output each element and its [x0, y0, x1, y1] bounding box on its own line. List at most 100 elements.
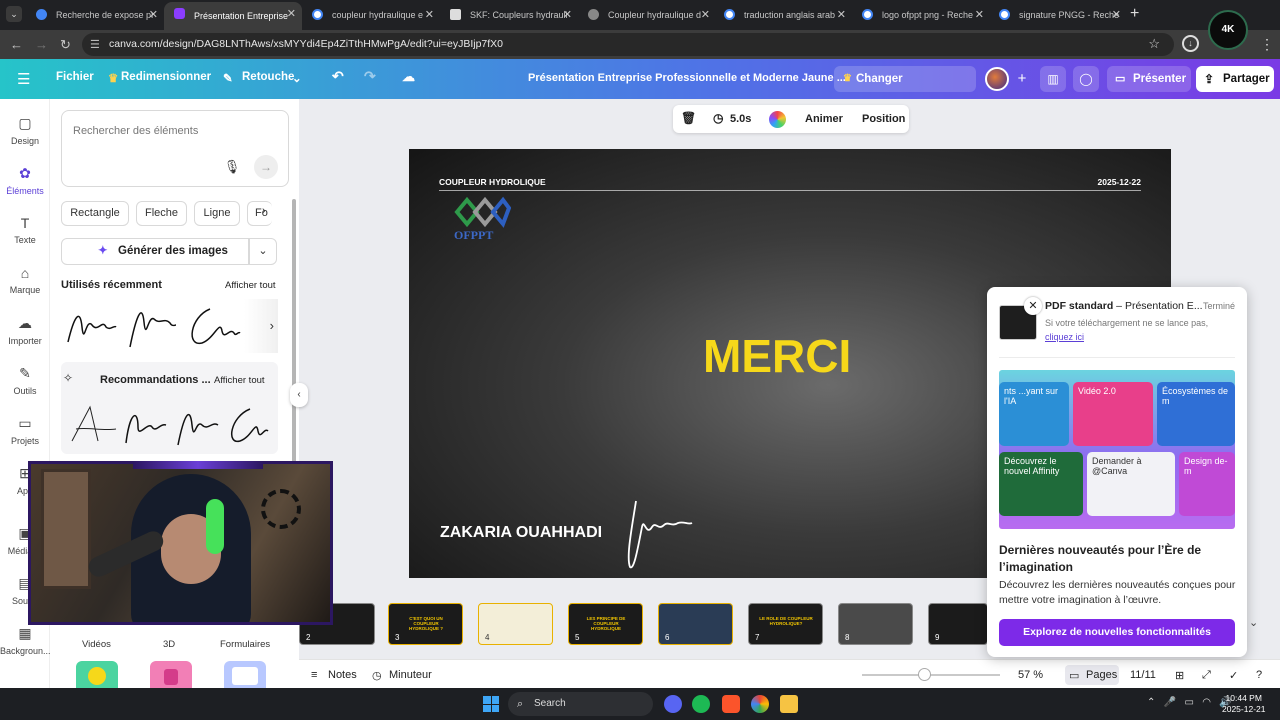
help-icon[interactable]: ? — [1256, 669, 1262, 681]
chevron-down-icon[interactable]: ⌄ — [1249, 616, 1258, 629]
site-settings-icon[interactable]: ☰ — [90, 38, 100, 51]
taskbar-clock[interactable]: 10:44 PM 2025-12-21 — [1222, 693, 1265, 715]
chevron-right-icon[interactable]: › — [244, 299, 278, 353]
close-icon[interactable]: ✕ — [975, 8, 984, 21]
duration-button[interactable]: 5.0s — [730, 113, 751, 125]
share-button[interactable]: ⇪ Partager — [1196, 66, 1274, 92]
spotify-icon[interactable] — [692, 695, 710, 713]
bookmark-star-icon[interactable]: ☆ — [1148, 36, 1160, 52]
url-field[interactable]: ☰ canva.com/design/DAG8LNThAws/xsMYYdi4E… — [82, 33, 1174, 56]
back-arrow-icon[interactable]: ← — [10, 37, 23, 52]
tab-videos[interactable]: Vidéos — [82, 639, 111, 650]
slide-thumbnail[interactable]: 9 — [928, 603, 988, 645]
retry-download-link[interactable]: cliquez ici — [1045, 332, 1084, 342]
close-icon[interactable]: ✕ — [701, 8, 710, 21]
new-tab-icon[interactable]: + — [1130, 5, 1139, 23]
forms-tile[interactable] — [224, 661, 266, 688]
animate-button[interactable]: Animer — [805, 113, 843, 125]
reload-icon[interactable]: ↻ — [60, 37, 71, 53]
rail-item-background[interactable]: ▦ Backgroun... — [0, 625, 51, 656]
brave-icon[interactable] — [722, 695, 740, 713]
signature-image[interactable] — [622, 497, 694, 571]
menu-icon[interactable]: ☰ — [17, 70, 30, 88]
slide-thumbnail[interactable]: C'EST QUOI UN COUPLEUR HYDROLIQUE ? 3 — [388, 603, 463, 645]
check-icon[interactable]: ✓ — [1229, 669, 1238, 682]
chip-rectangle[interactable]: Rectangle — [61, 201, 129, 226]
analytics-icon[interactable]: ▥ — [1040, 66, 1066, 92]
clock-icon[interactable]: ◷ — [713, 111, 723, 125]
video-tile[interactable] — [76, 661, 118, 688]
slide-author[interactable]: ZAKARIA OUAHHADI — [440, 524, 602, 542]
zoom-slider-handle[interactable] — [918, 668, 931, 681]
zoom-value[interactable]: 57 % — [1018, 669, 1043, 681]
browser-tab[interactable]: Coupleur hydraulique d ✕ — [578, 3, 716, 27]
chevron-down-icon[interactable]: ⌄ — [292, 71, 302, 85]
position-button[interactable]: Position — [862, 113, 905, 125]
slide-thumbnail[interactable]: 8 — [838, 603, 913, 645]
signature-thumbnail[interactable] — [170, 401, 220, 449]
rail-item-tools[interactable]: ✎ Outils — [0, 365, 50, 396]
browser-tab[interactable]: signature PNGG - Reche ✕ — [989, 3, 1127, 27]
profile-badge[interactable]: 4K — [1208, 10, 1248, 50]
redo-icon[interactable]: ↷ — [364, 68, 376, 85]
discord-icon[interactable] — [664, 695, 682, 713]
zoom-slider[interactable] — [862, 674, 1000, 676]
rail-item-text[interactable]: T Texte — [0, 215, 50, 245]
fullscreen-icon[interactable]: ⤢ — [1202, 669, 1211, 682]
close-icon[interactable]: ✕ — [563, 8, 572, 21]
signature-thumbnail[interactable] — [180, 297, 242, 355]
browser-menu-icon[interactable]: ⋮ — [1260, 36, 1274, 53]
cloud-saved-icon[interactable]: ☁ — [402, 69, 415, 85]
slide-thumbnail[interactable]: 6 — [658, 603, 733, 645]
rail-item-elements[interactable]: ✿ Éléments — [0, 165, 50, 196]
upgrade-button[interactable]: ♛ Changer d’abonnement — [834, 66, 976, 111]
close-icon[interactable]: ✕ — [287, 7, 296, 20]
notes-icon[interactable]: ≡ — [311, 669, 317, 681]
generate-images-button[interactable]: ✦ Générer des images — [61, 238, 249, 265]
scrollbar-thumb[interactable] — [292, 199, 296, 469]
document-title[interactable]: Présentation Entreprise Professionnelle … — [528, 72, 846, 84]
search-input[interactable]: Rechercher des éléments 🎙 → — [61, 110, 289, 187]
timer-button[interactable]: Minuteur — [389, 669, 432, 681]
browser-tab[interactable]: traduction anglais arab ✕ — [714, 3, 852, 27]
signature-thumbnail[interactable] — [120, 297, 178, 355]
slide-header-text[interactable]: COUPLEUR HYDROLIQUE — [439, 177, 546, 187]
avatar[interactable] — [985, 67, 1009, 91]
forward-arrow-icon[interactable]: → — [35, 37, 48, 52]
file-explorer-icon[interactable] — [780, 695, 798, 713]
ofppt-logo-icon[interactable] — [445, 194, 511, 230]
promo-image[interactable]: nts ...yant sur l'IA Vidéo 2.0 Écosystèm… — [999, 370, 1235, 529]
grid-view-icon[interactable]: ⊞ — [1175, 669, 1184, 682]
add-collaborator-icon[interactable]: + — [1012, 69, 1032, 89]
browser-tab-active[interactable]: Présentation Entreprise ✕ — [164, 2, 302, 30]
comment-icon[interactable]: ◯ — [1073, 66, 1099, 92]
signature-thumbnail[interactable] — [68, 401, 118, 449]
close-icon[interactable]: ✕ — [425, 8, 434, 21]
arrow-right-icon[interactable]: → — [254, 155, 278, 179]
microphone-icon[interactable]: 🎙 — [220, 155, 244, 179]
browser-tab[interactable]: SKF: Coupleurs hydrauli ✕ — [440, 3, 578, 27]
collapse-panel-button[interactable]: ‹ — [290, 383, 308, 407]
chevron-right-icon[interactable]: › — [262, 205, 266, 217]
color-wheel-icon[interactable] — [769, 111, 786, 128]
download-icon[interactable]: ↓ — [1182, 35, 1199, 52]
signature-thumbnail[interactable] — [60, 297, 118, 355]
tab-search-icon[interactable]: ⌄ — [6, 6, 22, 22]
rail-item-upload[interactable]: ☁ Importer — [0, 315, 50, 346]
notes-button[interactable]: Notes — [328, 669, 357, 681]
rail-item-brand[interactable]: ⌂ Marque — [0, 265, 50, 295]
rail-item-projects[interactable]: ▭ Projets — [0, 415, 50, 446]
resize-button[interactable]: Redimensionner — [121, 71, 211, 83]
windows-start-icon[interactable] — [483, 696, 499, 712]
present-button[interactable]: ▭ Présenter — [1107, 66, 1191, 92]
slide-thumbnail[interactable]: 4 — [478, 603, 553, 645]
close-icon[interactable]: ✕ — [837, 8, 846, 21]
chevron-down-icon[interactable]: ⌄ — [249, 238, 277, 265]
timer-icon[interactable]: ◷ — [372, 669, 382, 682]
slide-thumbnail[interactable]: LES PRINCIPE DE COUPLEUR HYDROLIQUE 5 — [568, 603, 643, 645]
signature-thumbnail[interactable] — [120, 401, 170, 449]
tab-forms[interactable]: Formulaires — [220, 639, 270, 650]
slide-date-text[interactable]: 2025-12-22 — [1098, 177, 1141, 187]
tab-3d[interactable]: 3D — [163, 639, 175, 650]
close-icon[interactable]: ✕ — [149, 8, 158, 21]
